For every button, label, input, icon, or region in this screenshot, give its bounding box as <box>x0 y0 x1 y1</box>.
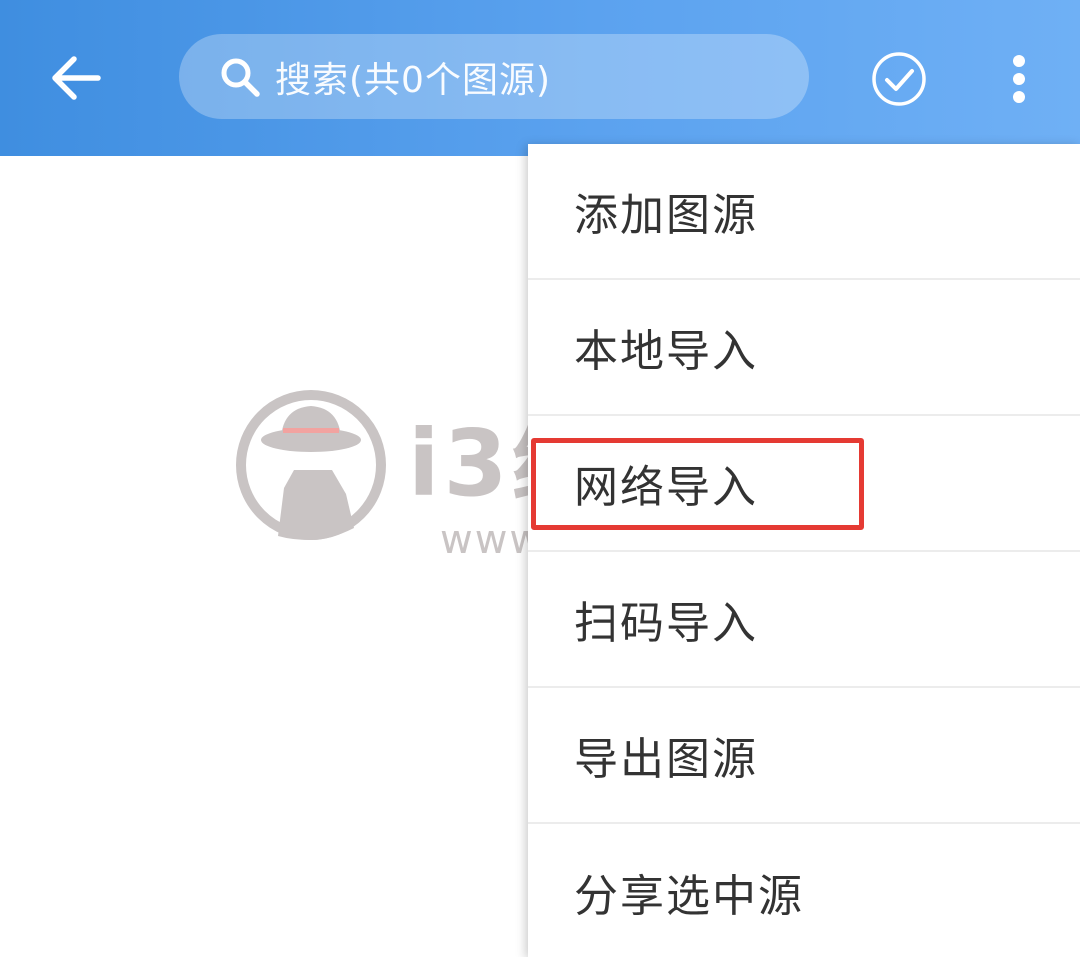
menu-item-label: 扫码导入 <box>574 598 758 649</box>
top-app-bar: 搜索(共0个图源) <box>0 0 1080 156</box>
menu-item-label: 本地导入 <box>574 326 758 377</box>
menu-item-export-source[interactable]: 导出图源 <box>528 688 1080 824</box>
menu-item-network-import[interactable]: 网络导入 <box>528 416 1080 552</box>
menu-item-label: 导出图源 <box>574 734 758 785</box>
menu-item-label: 网络导入 <box>574 462 758 513</box>
search-icon <box>219 56 261 98</box>
select-all-button[interactable] <box>866 46 932 112</box>
more-vert-icon <box>1013 55 1025 103</box>
menu-item-local-import[interactable]: 本地导入 <box>528 280 1080 416</box>
arrow-left-icon <box>52 56 101 100</box>
menu-item-add-source[interactable]: 添加图源 <box>528 144 1080 280</box>
menu-item-label: 添加图源 <box>574 190 758 241</box>
menu-item-scan-import[interactable]: 扫码导入 <box>528 552 1080 688</box>
back-button[interactable] <box>40 46 112 110</box>
check-circle-icon <box>872 52 926 106</box>
menu-item-label: 分享选中源 <box>574 871 804 922</box>
watermark-logo <box>236 390 386 540</box>
screen: 搜索(共0个图源) i3综合社区 www.i3zh.com <box>0 0 1080 957</box>
more-options-button[interactable] <box>994 46 1044 112</box>
menu-item-share-selected[interactable]: 分享选中源 <box>528 824 1080 957</box>
overflow-menu: 添加图源 本地导入 网络导入 扫码导入 导出图源 分享选中源 <box>528 144 1080 957</box>
search-input[interactable]: 搜索(共0个图源) <box>179 34 809 119</box>
search-placeholder: 搜索(共0个图源) <box>275 59 551 101</box>
